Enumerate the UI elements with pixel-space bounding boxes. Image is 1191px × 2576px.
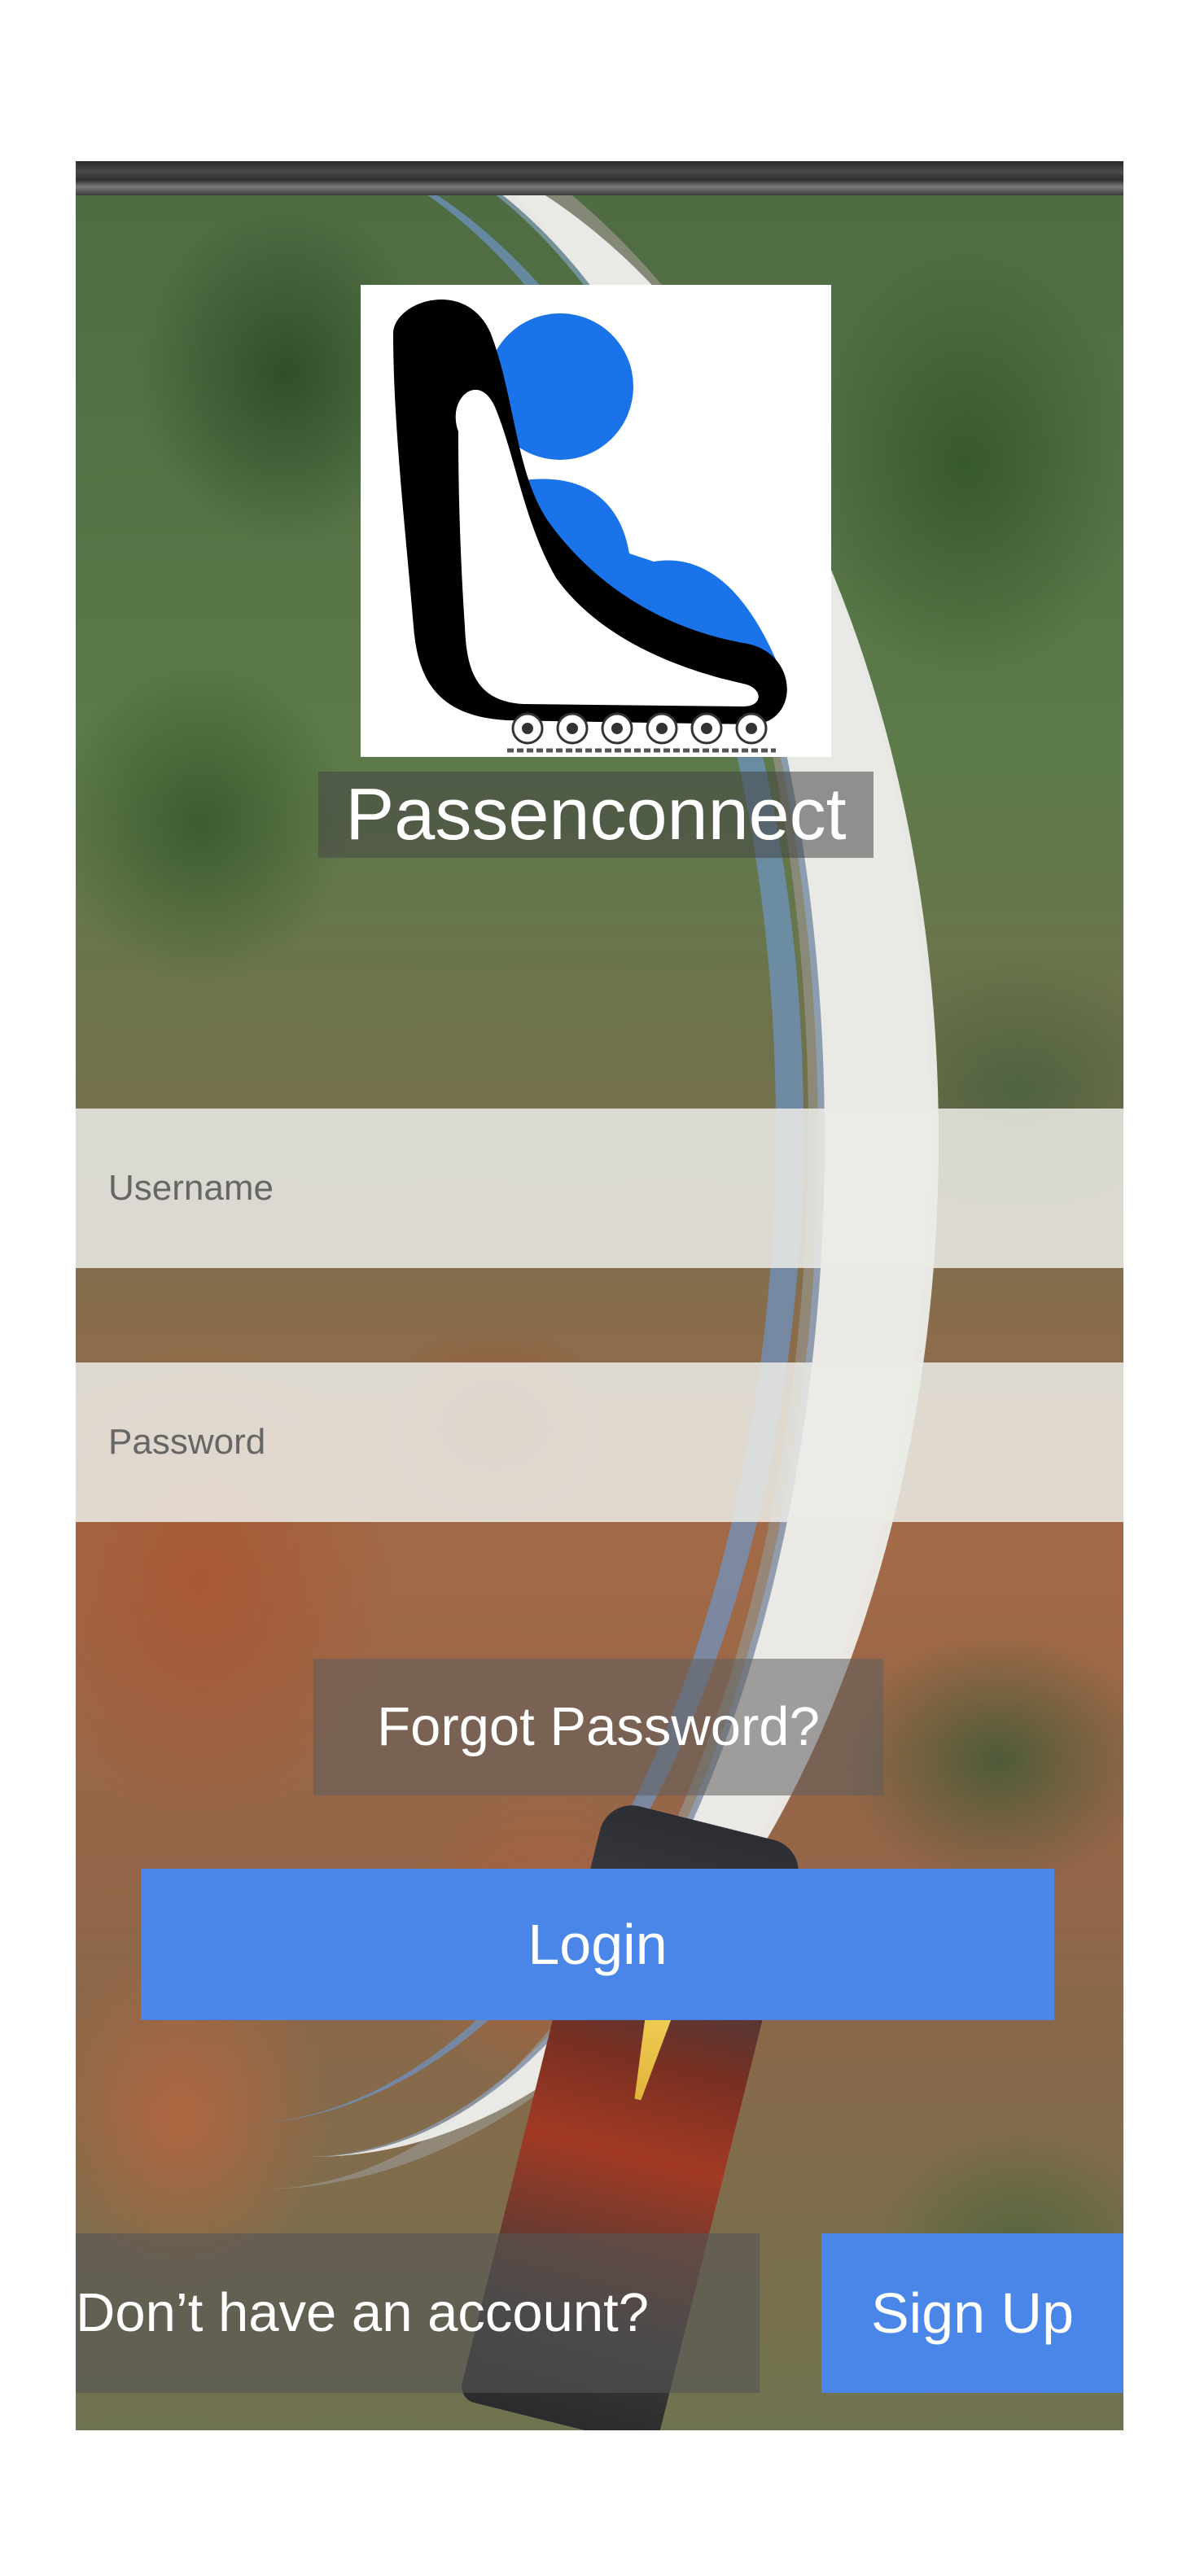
forgot-password-link[interactable]: Forgot Password? [313, 1659, 883, 1795]
username-input[interactable] [76, 1109, 1123, 1268]
app-title: Passenconnect [318, 772, 874, 858]
password-input[interactable] [76, 1362, 1123, 1522]
login-button[interactable]: Login [141, 1869, 1054, 2020]
sign-up-button[interactable]: Sign Up [821, 2233, 1123, 2393]
no-account-text: Don’t have an account? [76, 2233, 760, 2393]
app-logo [361, 285, 831, 757]
login-screen: Passenconnect Forgot Password? Login Don… [76, 161, 1123, 2430]
passenconnect-seat-logo-icon [393, 300, 787, 753]
window-top-bar [76, 161, 1123, 195]
